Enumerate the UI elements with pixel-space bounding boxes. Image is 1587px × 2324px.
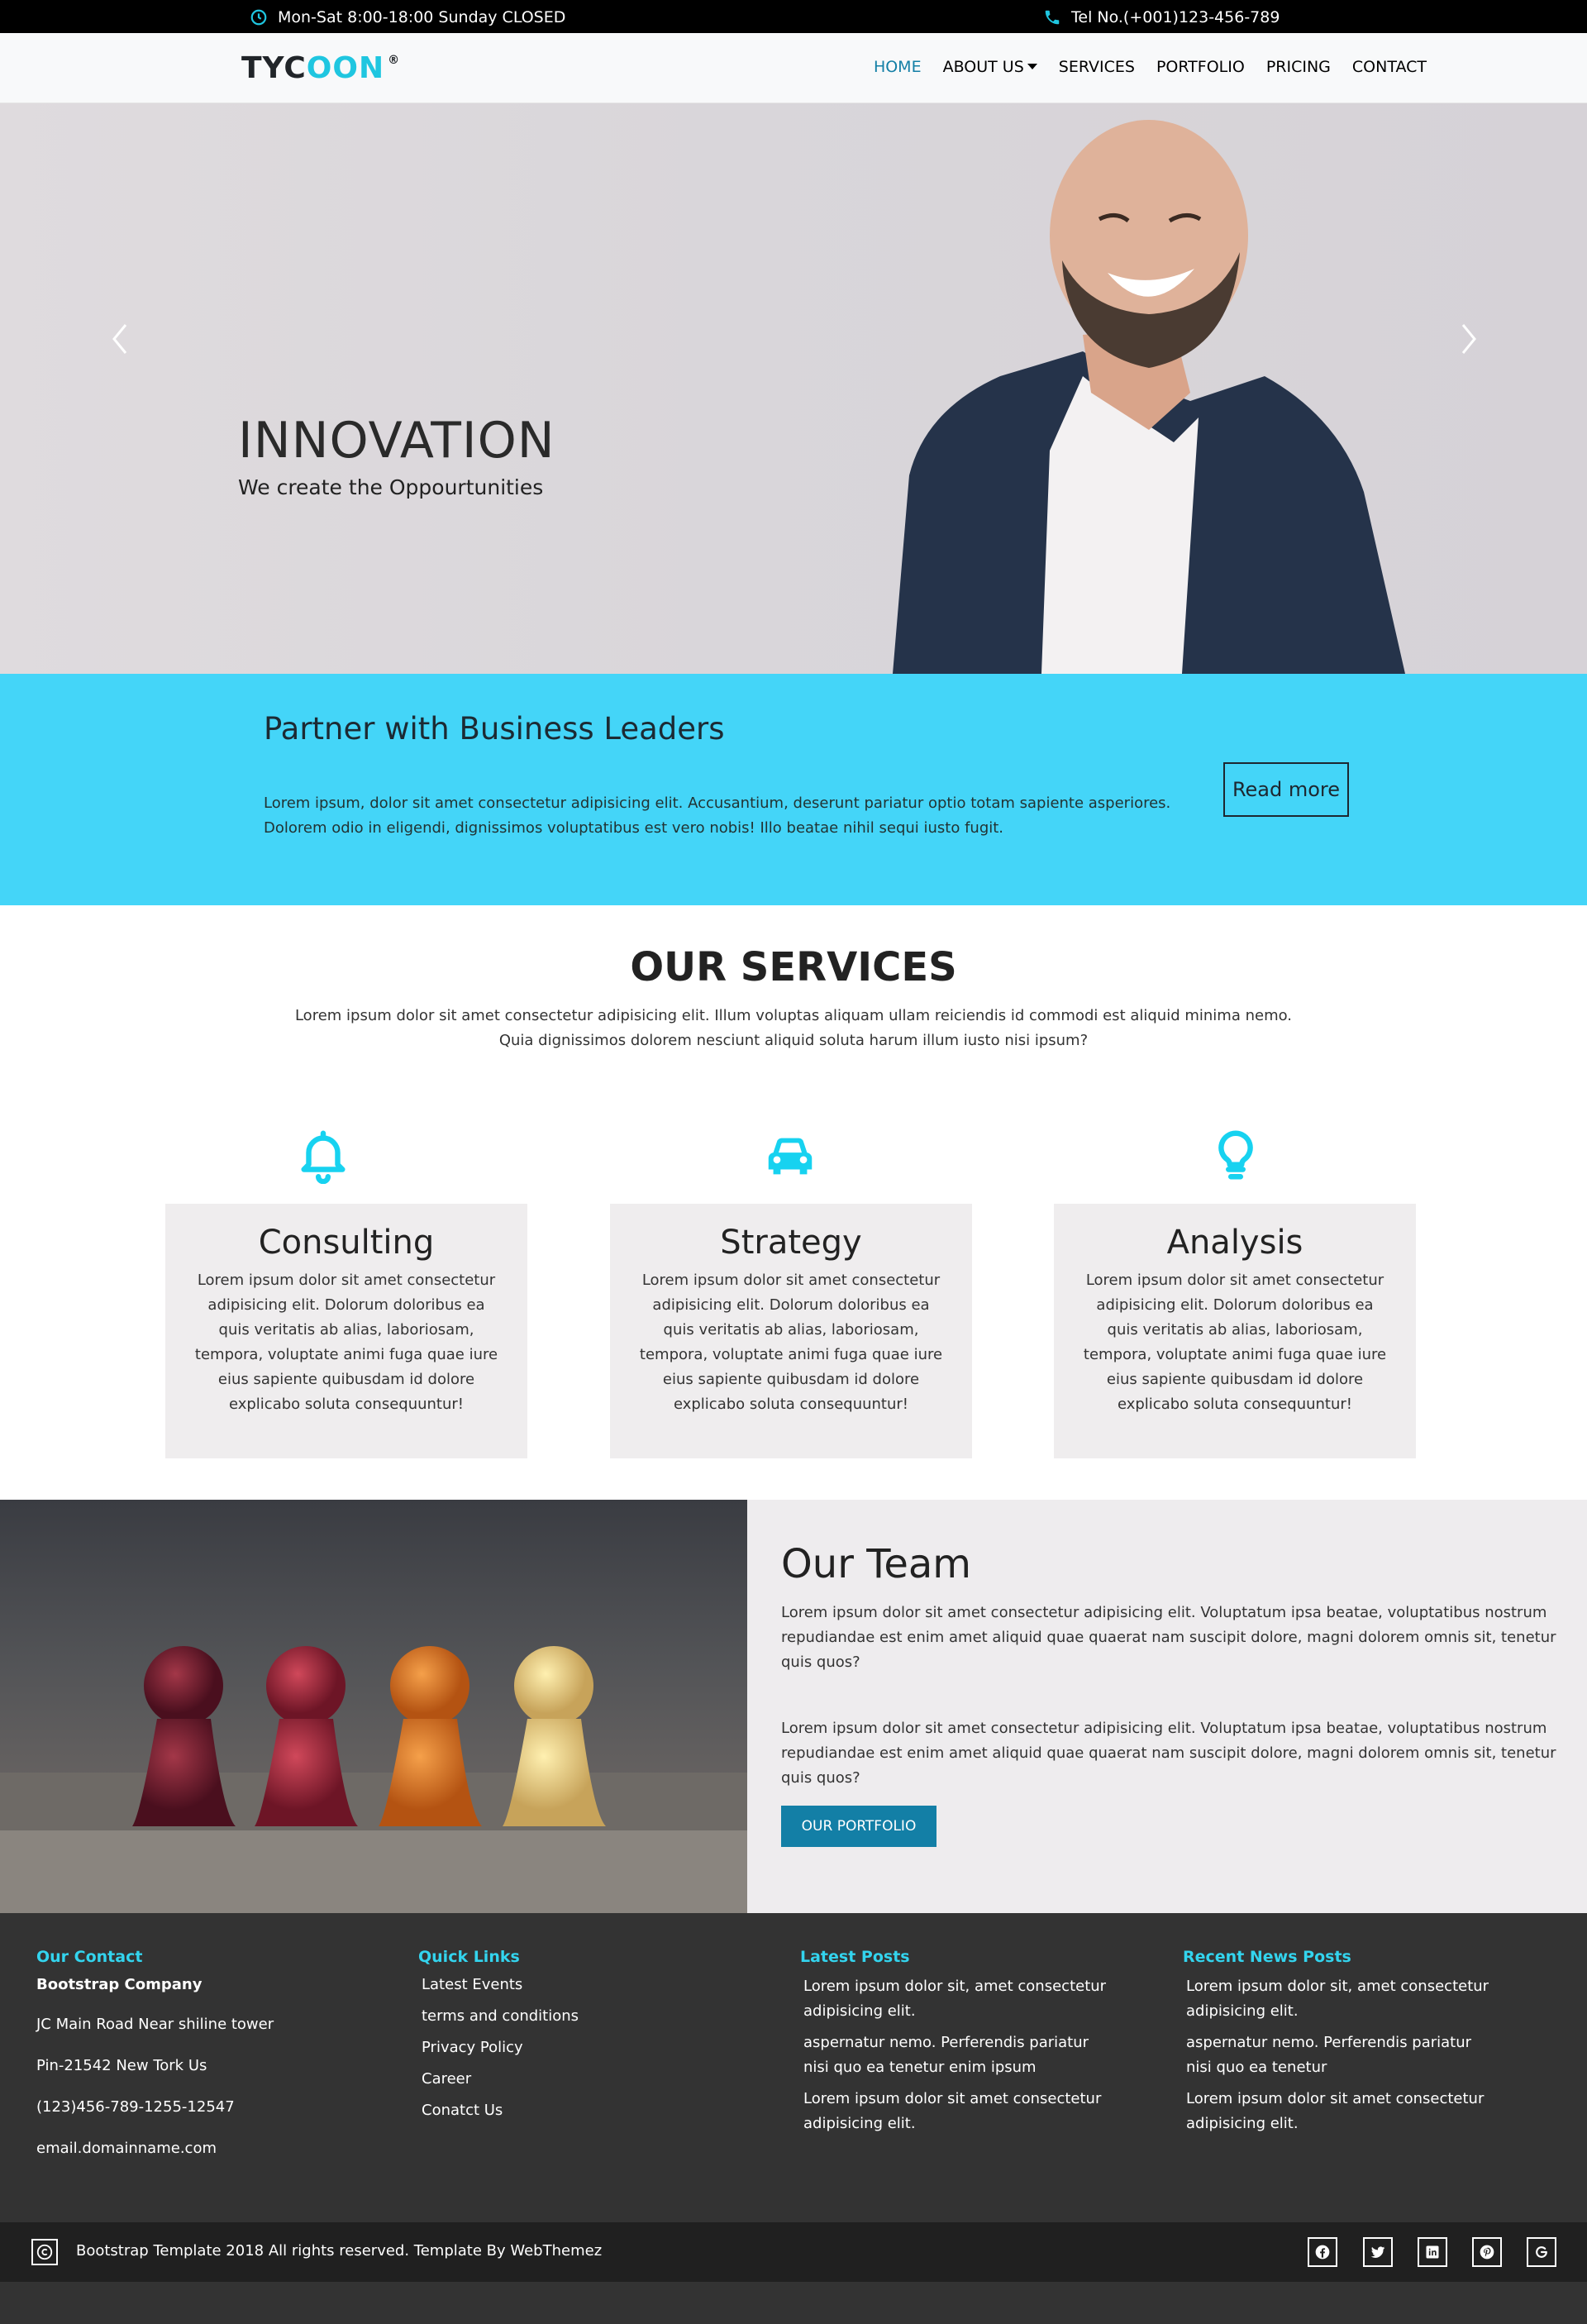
navbar: TYCOON ® HOME ABOUT US SERVICES PORTFOLIO…: [0, 33, 1587, 103]
address: JC Main Road Near shiline tower: [36, 2016, 274, 2033]
carousel-prev-icon[interactable]: [107, 318, 132, 360]
clock-icon: [250, 9, 267, 26]
nav-services[interactable]: SERVICES: [1059, 58, 1135, 76]
pinterest-icon[interactable]: [1472, 2237, 1502, 2267]
news-post-item[interactable]: Lorem ipsum dolor sit, amet consectetur …: [1186, 1974, 1500, 2024]
contact-phone: (123)456-789-1255-12547: [36, 2098, 235, 2116]
top-info-bar: Mon-Sat 8:00-18:00 Sunday CLOSED Tel No.…: [0, 0, 1587, 33]
footer-quick-links: Quick Links Latest Events terms and cond…: [418, 1948, 774, 2131]
pin-code: Pin-21542 New Tork Us: [36, 2057, 207, 2074]
game-pieces-illustration: [0, 1646, 747, 1913]
hero-title: INNOVATION: [238, 412, 555, 470]
site-logo[interactable]: TYCOON ®: [241, 51, 400, 85]
nav-portfolio[interactable]: PORTFOLIO: [1156, 58, 1245, 76]
partner-band: Partner with Business Leaders Lorem ipsu…: [0, 674, 1587, 905]
team-panel: Our Team Lorem ipsum dolor sit amet cons…: [747, 1500, 1587, 1913]
team-image: [0, 1500, 747, 1913]
footer-heading: Quick Links: [418, 1948, 520, 1966]
footer-heading: Recent News Posts: [1183, 1948, 1351, 1966]
copyright-text: Bootstrap Template 2018 All rights reser…: [76, 2242, 603, 2260]
nav-pricing[interactable]: PRICING: [1266, 58, 1331, 76]
service-card-title: Analysis: [1166, 1224, 1303, 1262]
phone-text: Tel No.(+001)123-456-789: [1071, 8, 1280, 26]
latest-post-item[interactable]: Lorem ipsum dolor sit amet consectetur a…: [803, 2087, 1118, 2136]
facebook-icon[interactable]: [1308, 2237, 1337, 2267]
team-paragraph: Lorem ipsum dolor sit amet consectetur a…: [781, 1720, 1556, 1787]
car-icon: [768, 1138, 813, 1175]
footer-link-contact[interactable]: Conatct Us: [422, 2100, 774, 2121]
google-icon[interactable]: [1527, 2237, 1556, 2267]
phone-icon: [1045, 10, 1060, 25]
company-name: Bootstrap Company: [36, 1976, 203, 1993]
twitter-icon[interactable]: [1363, 2237, 1393, 2267]
contact-email: email.domainname.com: [36, 2140, 217, 2157]
service-card-text: Lorem ipsum dolor sit amet consectetur a…: [639, 1272, 943, 1413]
service-card-title: Consulting: [258, 1224, 435, 1262]
page-bottom-strip: [0, 2282, 1587, 2324]
service-card-title: Strategy: [720, 1224, 862, 1262]
latest-post-item[interactable]: aspernatur nemo. Perferendis pariatur ni…: [803, 2031, 1118, 2080]
registered-mark: ®: [388, 54, 401, 67]
nav-home[interactable]: HOME: [874, 58, 922, 76]
services-title: OUR SERVICES: [630, 944, 957, 990]
footer-heading: Our Contact: [36, 1948, 143, 1966]
nav-contact[interactable]: CONTACT: [1352, 58, 1427, 76]
partner-text: Lorem ipsum, dolor sit amet consectetur …: [264, 795, 1171, 837]
footer-contact: Our Contact Bootstrap Company JC Main Ro…: [36, 1948, 392, 2179]
linkedin-icon[interactable]: [1418, 2237, 1447, 2267]
team-title: Our Team: [781, 1541, 972, 1587]
footer-heading: Latest Posts: [800, 1948, 910, 1966]
hero-subtitle: We create the Oppourtunities: [238, 475, 544, 499]
opening-hours: Mon-Sat 8:00-18:00 Sunday CLOSED: [250, 8, 565, 26]
service-card-strategy: Strategy Lorem ipsum dolor sit amet cons…: [610, 1204, 972, 1458]
hero-carousel: INNOVATION We create the Oppourtunities: [0, 103, 1587, 674]
news-post-item[interactable]: Lorem ipsum dolor sit amet consectetur a…: [1186, 2087, 1500, 2136]
copyright-icon: [31, 2239, 58, 2265]
footer-recent-news: Recent News Posts Lorem ipsum dolor sit,…: [1183, 1948, 1538, 2143]
footer-link-latest-events[interactable]: Latest Events: [422, 1974, 774, 1996]
bell-icon: [301, 1130, 346, 1184]
logo-text-dark: TYC: [241, 51, 307, 85]
service-card-consulting: Consulting Lorem ipsum dolor sit amet co…: [165, 1204, 527, 1458]
hero-person-image: [893, 120, 1405, 674]
phone-info: Tel No.(+001)123-456-789: [1043, 8, 1280, 26]
footer-link-privacy[interactable]: Privacy Policy: [422, 2037, 774, 2059]
main-nav: HOME ABOUT US SERVICES PORTFOLIO PRICING…: [874, 58, 1427, 76]
footer-link-terms[interactable]: terms and conditions: [422, 2006, 774, 2027]
copyright-bar: Bootstrap Template 2018 All rights reser…: [0, 2222, 1587, 2282]
lightbulb-icon: [1218, 1130, 1253, 1180]
carousel-next-icon[interactable]: [1456, 318, 1481, 360]
service-card-text: Lorem ipsum dolor sit amet consectetur a…: [194, 1272, 498, 1413]
partner-title: Partner with Business Leaders: [264, 711, 725, 747]
logo-text-accent: OON: [306, 51, 385, 85]
nav-about-us-label: ABOUT US: [942, 58, 1024, 76]
nav-about-us[interactable]: ABOUT US: [943, 58, 1037, 76]
footer-link-career[interactable]: Career: [422, 2069, 774, 2090]
service-card-analysis: Analysis Lorem ipsum dolor sit amet cons…: [1054, 1204, 1416, 1458]
caret-down-icon: [1027, 64, 1037, 69]
footer-latest-posts: Latest Posts Lorem ipsum dolor sit, amet…: [800, 1948, 1156, 2143]
latest-post-item[interactable]: Lorem ipsum dolor sit, amet consectetur …: [803, 1974, 1118, 2024]
news-post-item[interactable]: aspernatur nemo. Perferendis pariatur ni…: [1186, 2031, 1500, 2080]
service-card-text: Lorem ipsum dolor sit amet consectetur a…: [1083, 1272, 1387, 1413]
our-portfolio-button[interactable]: OUR PORTFOLIO: [781, 1806, 936, 1847]
opening-hours-text: Mon-Sat 8:00-18:00 Sunday CLOSED: [278, 8, 566, 26]
services-description: Lorem ipsum dolor sit amet consectetur a…: [294, 1007, 1293, 1049]
footer: Our Contact Bootstrap Company JC Main Ro…: [0, 1913, 1587, 2222]
team-paragraph: Lorem ipsum dolor sit amet consectetur a…: [781, 1604, 1556, 1671]
read-more-button[interactable]: Read more: [1223, 762, 1349, 817]
